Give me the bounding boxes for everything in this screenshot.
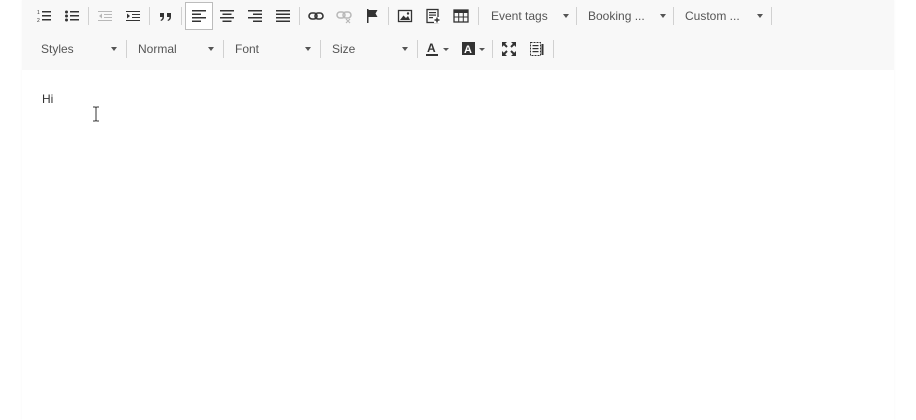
toolbar-separator [771, 7, 772, 25]
background-color-icon[interactable]: A [458, 37, 488, 61]
chevron-down-icon [660, 14, 666, 18]
size-dropdown[interactable]: Size [332, 38, 408, 60]
text-cursor-icon [91, 106, 101, 127]
toolbar-separator [299, 7, 300, 25]
toolbar-separator [576, 7, 577, 25]
justify-icon[interactable] [271, 4, 295, 28]
chevron-down-icon [111, 47, 117, 51]
custom-label: Custom ... [685, 9, 740, 23]
toolbar-separator [88, 7, 89, 25]
format-label: Normal [138, 42, 177, 56]
toolbar-separator [673, 7, 674, 25]
toolbar-separator [149, 7, 150, 25]
size-label: Size [332, 42, 356, 56]
show-blocks-icon[interactable] [525, 37, 549, 61]
booking-label: Booking ... [588, 9, 645, 23]
event-tags-dropdown[interactable]: Event tags [491, 5, 569, 27]
svg-text:2: 2 [37, 18, 40, 24]
image-icon[interactable] [393, 4, 417, 28]
text-color-icon[interactable]: A [422, 37, 452, 61]
blockquote-icon[interactable] [154, 4, 178, 28]
chevron-down-icon [305, 47, 311, 51]
svg-text:A: A [427, 41, 436, 55]
toolbar-separator [126, 40, 127, 58]
toolbar-separator [492, 40, 493, 58]
table-icon[interactable] [449, 4, 473, 28]
toolbar-separator [223, 40, 224, 58]
flag-icon[interactable] [360, 4, 384, 28]
maximize-icon[interactable] [497, 37, 521, 61]
toolbar-separator [478, 7, 479, 25]
toolbar-separator [553, 40, 554, 58]
link-icon[interactable] [304, 4, 328, 28]
custom-dropdown[interactable]: Custom ... [685, 5, 763, 27]
event-tags-label: Event tags [491, 9, 548, 23]
align-left-icon[interactable] [185, 2, 213, 30]
chevron-down-icon [757, 14, 763, 18]
numbered-list-icon[interactable]: 12 [32, 4, 56, 28]
chevron-down-icon [208, 47, 214, 51]
unlink-icon[interactable] [332, 4, 356, 28]
editor-content[interactable]: Hi [42, 92, 53, 106]
chevron-down-icon [402, 47, 408, 51]
indent-icon[interactable] [121, 4, 145, 28]
styles-dropdown[interactable]: Styles [41, 38, 117, 60]
svg-text:1: 1 [37, 10, 40, 16]
align-center-icon[interactable] [215, 4, 239, 28]
align-right-icon[interactable] [243, 4, 267, 28]
toolbar-separator [320, 40, 321, 58]
booking-dropdown[interactable]: Booking ... [588, 5, 666, 27]
chevron-down-icon [563, 14, 569, 18]
font-dropdown[interactable]: Font [235, 38, 311, 60]
format-dropdown[interactable]: Normal [138, 38, 214, 60]
styles-label: Styles [41, 42, 74, 56]
embed-icon[interactable] [421, 4, 445, 28]
svg-text:A: A [464, 44, 472, 56]
font-label: Font [235, 42, 260, 56]
bulleted-list-icon[interactable] [60, 4, 84, 28]
toolbar-separator [417, 40, 418, 58]
toolbar-separator [388, 7, 389, 25]
outdent-icon[interactable] [93, 4, 117, 28]
toolbar-separator [181, 7, 182, 25]
